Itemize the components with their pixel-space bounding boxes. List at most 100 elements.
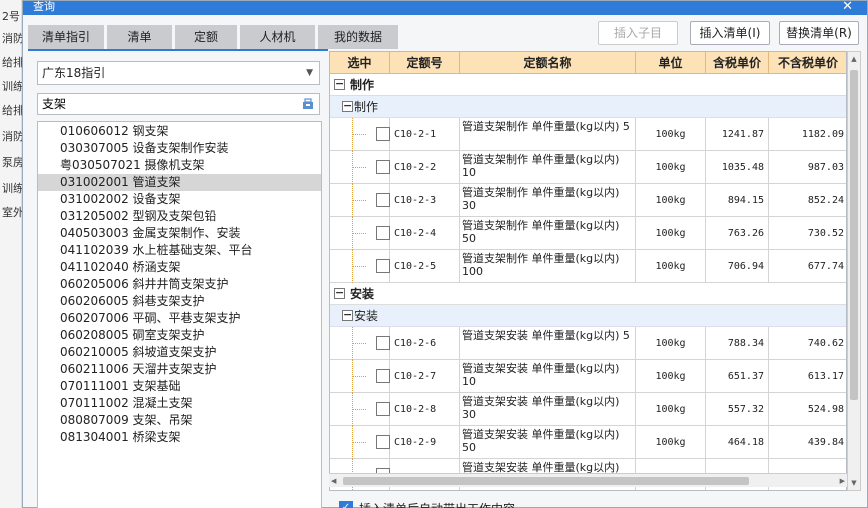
row-checkbox[interactable] [376,369,390,383]
scroll-up-icon[interactable]: ▲ [848,52,860,66]
quota-code: C10-2-1 [390,118,460,151]
guide-list-item[interactable]: 060211006 天溜井支架支护 [38,361,321,378]
guide-list-item[interactable]: 070111002 混凝土支架 [38,395,321,412]
table-row[interactable]: C10-2-8 管道支架安装 单件重量(kg以内) 30 100kg 557.32 52… [330,393,846,426]
guide-list-item[interactable]: 060208005 硐室支架支护 [38,327,321,344]
guide-list-item[interactable]: 060210005 斜坡道支架支护 [38,344,321,361]
row-checkbox[interactable] [376,160,390,174]
subgroup-label: 制作 [354,100,379,114]
guide-list-item[interactable]: 060207006 平硐、平巷支架支护 [38,310,321,327]
scroll-left-icon[interactable]: ◀ [331,474,336,488]
quota-name: 管道支架制作 单件重量(kg以内) 10 [460,151,636,184]
table-row[interactable]: C10-2-4 管道支架制作 单件重量(kg以内) 50 100kg 763.26 73… [330,217,846,250]
scroll-down-icon[interactable]: ▼ [848,476,860,490]
price-without-tax: 740.62 [807,338,844,349]
scroll-right-icon[interactable]: ▶ [840,474,845,488]
tab-my-data[interactable]: 我的数据 [318,25,398,49]
tab-list[interactable]: 清单 [107,25,172,49]
tab-quota[interactable]: 定额 [175,25,237,49]
grid-column-header[interactable]: 单位 [636,52,706,74]
scroll-thumb-horizontal[interactable] [343,477,749,485]
quota-name: 管道支架制作 单件重量(kg以内) 5 [460,118,636,151]
grid-column-header[interactable]: 定额号 [390,52,460,74]
price-without-tax: 439.84 [807,437,844,448]
chevron-down-icon: ▼ [306,68,313,78]
grid-column-header[interactable]: 不含税单价 [769,52,846,74]
grid-column-header[interactable]: 选中 [330,52,390,74]
insert-list-button[interactable]: 插入清单(I) [690,21,770,45]
collapse-icon[interactable]: − [342,100,353,112]
quota-unit: 100kg [636,250,706,283]
price-without-tax: 987.03 [807,162,844,173]
grid-column-header[interactable]: 含税单价 [706,52,769,74]
replace-list-button[interactable]: 替换清单(R) [779,21,859,45]
guide-item-code: 060205006 [60,277,129,291]
guide-list-item[interactable]: 041102040 桥涵支架 [38,259,321,276]
guide-item-name: 桥涵支架 [132,260,181,274]
table-row[interactable]: C10-2-3 管道支架制作 单件重量(kg以内) 30 100kg 894.15 85… [330,184,846,217]
guide-list-item[interactable]: 030307005 设备支架制作安装 [38,140,321,157]
row-checkbox[interactable] [376,226,390,240]
subgroup-row: − 安装 [330,305,846,327]
guide-list-item[interactable]: 060205006 斜井井筒支架支护 [38,276,321,293]
guide-list-item[interactable]: 060206005 斜巷支架支护 [38,293,321,310]
guide-list-item[interactable]: 070111001 支架基础 [38,378,321,395]
quota-name: 管道支架安装 单件重量(kg以内) 5 [460,327,636,360]
grid-column-header[interactable]: 定额名称 [460,52,636,74]
price-without-tax: 524.98 [807,404,844,415]
row-checkbox[interactable] [376,435,390,449]
tab-list-guide[interactable]: 清单指引 [28,25,104,49]
price-with-tax: 651.37 [706,360,769,393]
table-row[interactable]: C10-2-7 管道支架安装 单件重量(kg以内) 10 100kg 651.37 61… [330,360,846,393]
quota-grid: 选中 定额号 定额名称 单位 含税单价 不含税单价 − 制作 − 制作 C10-2-1 管道支架制作… [329,51,847,491]
guide-list-item[interactable]: 040503003 金属支架制作、安装 [38,225,321,242]
guide-list-item[interactable]: 041102039 水上桩基础支架、平台 [38,242,321,259]
grid-header: 选中 定额号 定额名称 单位 含税单价 不含税单价 [330,52,846,74]
row-checkbox[interactable] [376,193,390,207]
table-row[interactable]: C10-2-2 管道支架制作 单件重量(kg以内) 10 100kg 1035.48 9… [330,151,846,184]
row-checkbox[interactable] [376,259,390,273]
table-row[interactable]: C10-2-6 管道支架安装 单件重量(kg以内) 5 100kg 788.34 740… [330,327,846,360]
price-with-tax: 788.34 [706,327,769,360]
guide-item-name: 金属支架制作、安装 [132,226,241,240]
guide-select[interactable]: 广东18指引 ▼ [37,61,320,85]
select-cell [330,151,390,184]
guide-list-item[interactable]: 010606012 钢支架 [38,123,321,140]
search-icon[interactable] [301,97,315,111]
collapse-icon[interactable]: − [334,78,345,90]
auto-expand-checkbox[interactable]: ✓ [339,501,353,508]
guide-list-item[interactable]: 031205002 型钢及支架包铅 [38,208,321,225]
table-row[interactable]: C10-2-5 管道支架制作 单件重量(kg以内) 100 100kg 706.94 6… [330,250,846,283]
row-checkbox[interactable] [376,336,390,350]
collapse-icon[interactable]: − [334,287,345,299]
guide-item-name: 桥梁支架 [132,430,181,444]
quota-name: 管道支架安装 单件重量(kg以内) 30 [460,393,636,426]
guide-item-code: 070111002 [60,396,129,410]
price-without-tax: 730.52 [807,228,844,239]
guide-item-name: 硐室支架支护 [132,328,205,342]
table-row[interactable]: C10-2-9 管道支架安装 单件重量(kg以内) 50 100kg 464.18 43… [330,426,846,459]
guide-list-item[interactable]: 080807009 支架、吊架 [38,412,321,429]
guide-list-item[interactable]: 031002002 设备支架 [38,191,321,208]
guide-list-item[interactable]: 031002001 管道支架 [38,174,321,191]
row-checkbox[interactable] [376,402,390,416]
collapse-icon[interactable]: − [342,309,353,321]
search-input[interactable] [42,96,282,111]
guide-item-name: 斜巷支架支护 [132,294,205,308]
table-row[interactable]: C10-2-1 管道支架制作 单件重量(kg以内) 5 100kg 1241.87 11… [330,118,846,151]
group-label: 安装 [350,287,375,301]
quota-code: C10-2-8 [390,393,460,426]
grid-vertical-scrollbar[interactable]: ▲ ▼ [847,51,861,491]
guide-item-name: 钢支架 [132,124,169,138]
scroll-thumb[interactable] [850,70,858,400]
close-icon[interactable]: ✕ [842,0,853,14]
grid-horizontal-scrollbar[interactable]: ◀ ▶ [329,473,847,487]
guide-list-item[interactable]: 粤030507021 摄像机支架 [38,157,321,174]
insert-child-button[interactable]: 插入子目 [598,21,678,45]
guide-list-item[interactable]: 081304001 桥梁支架 [38,429,321,446]
quota-unit: 100kg [636,151,706,184]
row-checkbox[interactable] [376,127,390,141]
tab-material[interactable]: 人材机 [240,25,315,49]
select-cell [330,184,390,217]
tree-connector [352,409,366,410]
